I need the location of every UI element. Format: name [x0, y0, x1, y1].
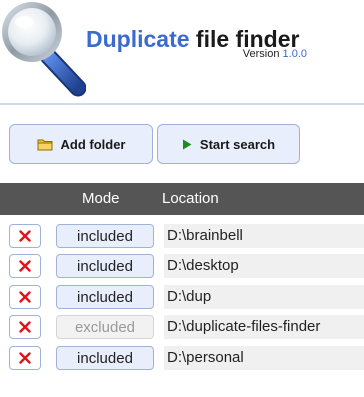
- location-text: D:\desktop: [167, 257, 239, 274]
- table-row: included D:\brainbell: [0, 222, 364, 250]
- app-header: Duplicate file finder Version 1.0.0: [0, 0, 364, 105]
- remove-button[interactable]: [9, 224, 41, 248]
- remove-button[interactable]: [9, 346, 41, 370]
- mode-toggle[interactable]: included: [56, 285, 154, 309]
- app-title-accent: Duplicate: [86, 26, 190, 52]
- close-icon: [19, 260, 31, 272]
- mode-toggle[interactable]: excluded: [56, 315, 154, 339]
- location-text: D:\dup: [167, 288, 212, 305]
- table-header: Mode Location: [0, 183, 364, 215]
- remove-button[interactable]: [9, 285, 41, 309]
- toolbar: Add folder Start search: [0, 124, 364, 168]
- table-row: excluded D:\duplicate-files-finder: [0, 313, 364, 341]
- remove-button[interactable]: [9, 315, 41, 339]
- add-folder-label: Add folder: [60, 136, 126, 152]
- table-row: included D:\dup: [0, 283, 364, 311]
- add-folder-button[interactable]: Add folder: [9, 124, 153, 164]
- close-icon: [19, 230, 31, 242]
- play-icon: [182, 139, 192, 150]
- start-search-button[interactable]: Start search: [157, 124, 300, 164]
- mode-toggle[interactable]: included: [56, 254, 154, 278]
- header-divider: [0, 103, 364, 105]
- remove-button[interactable]: [9, 254, 41, 278]
- table-row: included D:\desktop: [0, 252, 364, 280]
- close-icon: [19, 321, 31, 333]
- location-text: D:\duplicate-files-finder: [167, 318, 321, 335]
- version-number: 1.0.0: [282, 48, 307, 60]
- close-icon: [19, 291, 31, 303]
- table-row: included D:\personal: [0, 344, 364, 372]
- mode-toggle[interactable]: included: [56, 346, 154, 370]
- app-version: Version 1.0.0: [243, 48, 307, 60]
- column-header-mode: Mode: [82, 190, 120, 207]
- magnifier-icon: [2, 2, 86, 97]
- mode-toggle[interactable]: included: [56, 224, 154, 248]
- start-search-label: Start search: [199, 136, 276, 152]
- folder-icon: [37, 138, 53, 151]
- location-text: D:\personal: [167, 349, 244, 366]
- location-text: D:\brainbell: [167, 227, 243, 244]
- column-header-location: Location: [162, 190, 219, 207]
- close-icon: [19, 352, 31, 364]
- version-label: Version: [242, 48, 280, 60]
